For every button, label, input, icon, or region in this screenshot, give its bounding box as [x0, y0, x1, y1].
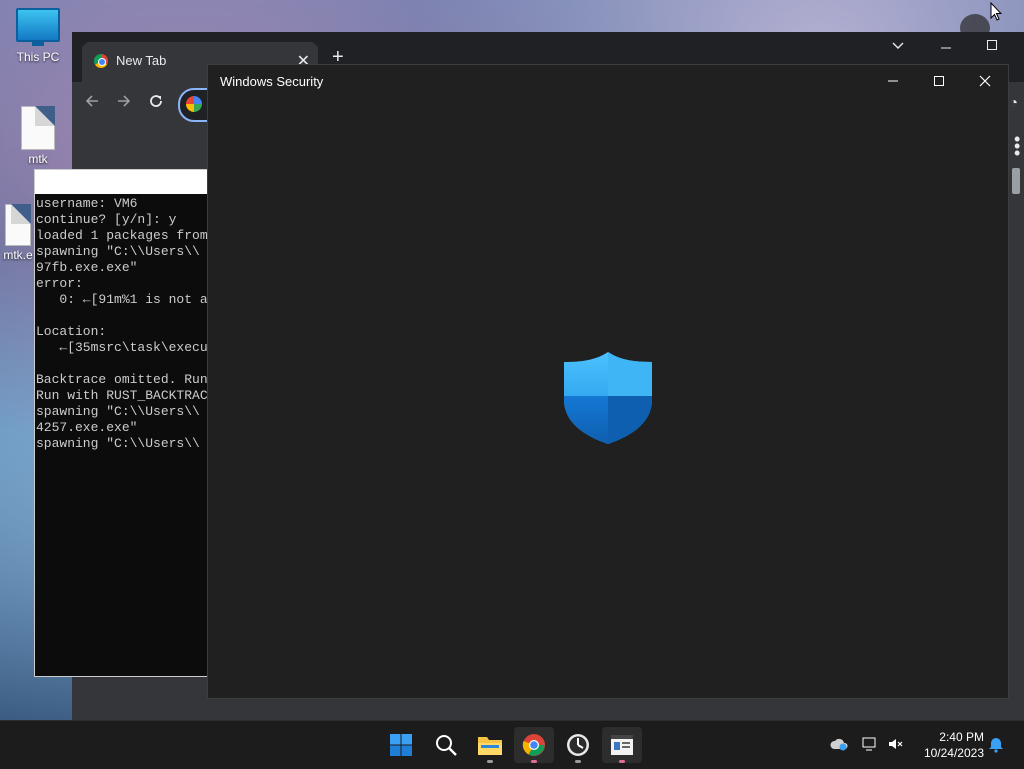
chrome-taskbar-button[interactable]: [514, 727, 554, 763]
chrome-favicon-icon: [94, 54, 108, 68]
terminal-line: Location:: [36, 324, 107, 339]
terminal-app-icon: [611, 735, 633, 755]
more-options-icon[interactable]: • • •: [1014, 130, 1022, 162]
mouse-cursor-icon: [990, 2, 1002, 21]
file-icon: [21, 106, 55, 150]
taskbar: 2:40 PM 10/24/2023: [0, 720, 1024, 769]
terminal-line: 0: ←[91m%1 is not a: [36, 292, 208, 307]
maximize-button[interactable]: [916, 65, 962, 97]
terminal-taskbar-button[interactable]: [602, 727, 642, 763]
volume-muted-icon[interactable]: [888, 737, 904, 754]
back-icon[interactable]: [84, 92, 100, 115]
onedrive-icon[interactable]: [830, 737, 848, 754]
forward-icon[interactable]: [116, 92, 132, 115]
search-icon: [436, 735, 457, 756]
terminal-line: ←[35msrc\task\execu: [36, 340, 208, 355]
terminal-line: loaded 1 packages from: [36, 228, 208, 243]
clock-app-icon: [567, 734, 589, 756]
running-indicator: [487, 760, 493, 763]
folder-icon: [478, 737, 502, 755]
clock-time: 2:40 PM: [939, 730, 984, 744]
terminal-window: username: VM6 continue? [y/n]: y loaded …: [34, 169, 210, 677]
terminal-line: spawning "C:\\Users\\: [36, 244, 200, 259]
clock-app-button[interactable]: [558, 727, 598, 763]
running-indicator: [575, 760, 581, 763]
mtk-desktop-icon[interactable]: mtk: [6, 106, 70, 166]
windows-security-window: Windows Security: [207, 64, 1009, 699]
mtk-label: mtk: [28, 152, 48, 166]
terminal-line: error:: [36, 276, 83, 291]
file-icon: [5, 204, 31, 246]
notification-bell-icon[interactable]: [988, 737, 1004, 756]
minimize-button[interactable]: [940, 38, 952, 54]
file-explorer-button[interactable]: [470, 727, 510, 763]
tab-search-icon[interactable]: [892, 38, 904, 54]
google-icon: [186, 96, 202, 112]
terminal-line: Backtrace omitted. Run: [36, 372, 208, 387]
network-icon[interactable]: [862, 737, 878, 754]
clock-date: 10/24/2023: [923, 746, 984, 760]
terminal-line: 4257.exe.exe": [36, 420, 138, 435]
maximize-button[interactable]: [986, 38, 998, 54]
defender-shield-icon: [564, 352, 652, 444]
running-indicator: [531, 760, 537, 763]
profile-icon[interactable]: ◔: [1010, 94, 1018, 110]
start-button[interactable]: [381, 727, 421, 763]
search-button[interactable]: [426, 727, 466, 763]
terminal-line: Run with RUST_BACKTRAC: [36, 388, 208, 403]
chrome-icon: [522, 734, 545, 756]
terminal-titlebar[interactable]: [35, 170, 209, 194]
terminal-line: spawning "C:\\Users\\: [36, 404, 200, 419]
terminal-line: 97fb.exe.exe": [36, 260, 138, 275]
terminal-line: continue? [y/n]: y: [36, 212, 177, 227]
scrollbar-thumb[interactable]: [1012, 168, 1020, 194]
monitor-icon: [16, 8, 60, 46]
this-pc-label: This PC: [16, 50, 60, 64]
system-clock[interactable]: 2:40 PM 10/24/2023: [924, 729, 984, 761]
minimize-button[interactable]: [870, 65, 916, 97]
terminal-output: username: VM6 continue? [y/n]: y loaded …: [35, 194, 209, 452]
start-icon: [390, 734, 412, 756]
window-title: Windows Security: [220, 74, 324, 89]
reload-icon[interactable]: [148, 92, 164, 115]
this-pc-desktop-icon[interactable]: This PC: [6, 8, 70, 64]
terminal-line: spawning "C:\\Users\\: [36, 436, 200, 451]
close-button[interactable]: [962, 65, 1008, 97]
tab-title: New Tab: [116, 53, 167, 68]
running-indicator: [619, 760, 625, 763]
terminal-line: username: VM6: [36, 196, 138, 211]
